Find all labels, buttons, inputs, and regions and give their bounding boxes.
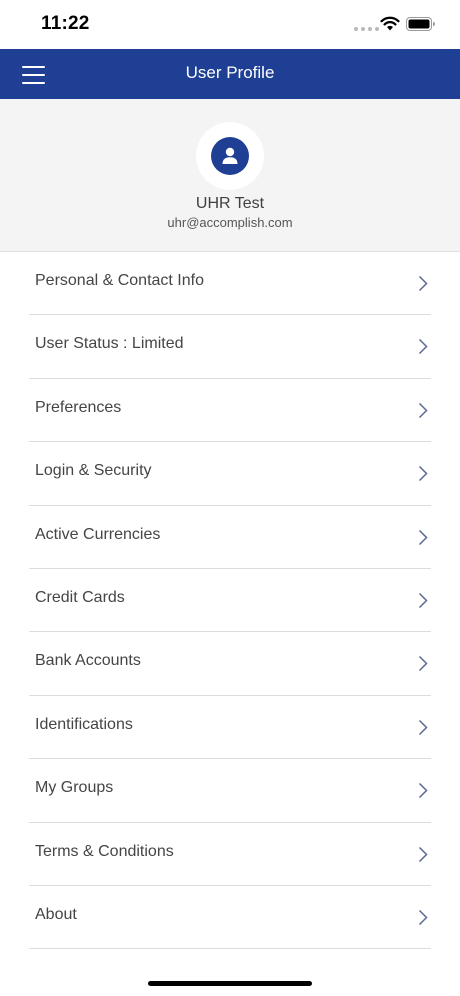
chevron-right-icon — [418, 402, 428, 418]
chevron-right-icon — [418, 339, 428, 355]
menu-item-label: Credit Cards — [35, 588, 125, 606]
menu-item-credit-cards[interactable]: Credit Cards — [29, 569, 431, 633]
menu-list: Personal & Contact Info User Status : Li… — [29, 252, 431, 950]
profile-email: uhr@accomplish.com — [167, 215, 293, 230]
chevron-right-icon — [418, 656, 428, 672]
chevron-right-icon — [418, 783, 428, 799]
profile-header: UHR Test uhr@accomplish.com — [0, 99, 460, 252]
menu-item-bank-accounts[interactable]: Bank Accounts — [29, 632, 431, 696]
page-title: User Profile — [185, 63, 275, 82]
menu-item-label: Identifications — [35, 715, 133, 733]
menu-item-label: About — [35, 905, 77, 923]
chevron-right-icon — [418, 466, 428, 482]
avatar-circle — [211, 137, 249, 175]
home-indicator[interactable] — [148, 981, 312, 986]
status-time: 11:22 — [41, 13, 90, 34]
chevron-right-icon — [418, 909, 428, 925]
menu-item-my-groups[interactable]: My Groups — [29, 759, 431, 823]
menu-item-personal-contact-info[interactable]: Personal & Contact Info — [29, 252, 431, 316]
menu-item-about[interactable]: About — [29, 886, 431, 950]
user-avatar-icon — [222, 147, 238, 164]
chevron-right-icon — [418, 846, 428, 862]
menu-item-label: Terms & Conditions — [35, 842, 174, 860]
menu-item-label: User Status : Limited — [35, 335, 184, 353]
menu-item-label: Bank Accounts — [35, 652, 141, 670]
menu-item-terms-conditions[interactable]: Terms & Conditions — [29, 823, 431, 886]
menu-item-label: Personal & Contact Info — [35, 272, 204, 289]
menu-item-preferences[interactable]: Preferences — [29, 379, 431, 443]
nav-bar: User Profile — [0, 49, 460, 99]
menu-item-active-currencies[interactable]: Active Currencies — [29, 506, 431, 569]
menu-item-login-security[interactable]: Login & Security — [29, 442, 431, 506]
chevron-right-icon — [418, 592, 428, 608]
avatar — [196, 122, 264, 190]
menu-item-user-status[interactable]: User Status : Limited — [29, 315, 431, 379]
chevron-right-icon — [418, 275, 428, 292]
menu-item-label: My Groups — [35, 779, 114, 797]
battery-icon — [406, 17, 435, 31]
wifi-icon — [380, 16, 400, 31]
chevron-right-icon — [418, 529, 428, 545]
menu-item-label: Active Currencies — [35, 525, 161, 543]
signal-dots-icon — [354, 27, 379, 31]
menu-item-identifications[interactable]: Identifications — [29, 696, 431, 760]
chevron-right-icon — [418, 719, 428, 735]
menu-item-label: Login & Security — [35, 462, 152, 480]
menu-item-label: Preferences — [35, 398, 122, 416]
status-bar: 11:22 — [0, 0, 460, 49]
profile-name: UHR Test — [195, 195, 265, 212]
